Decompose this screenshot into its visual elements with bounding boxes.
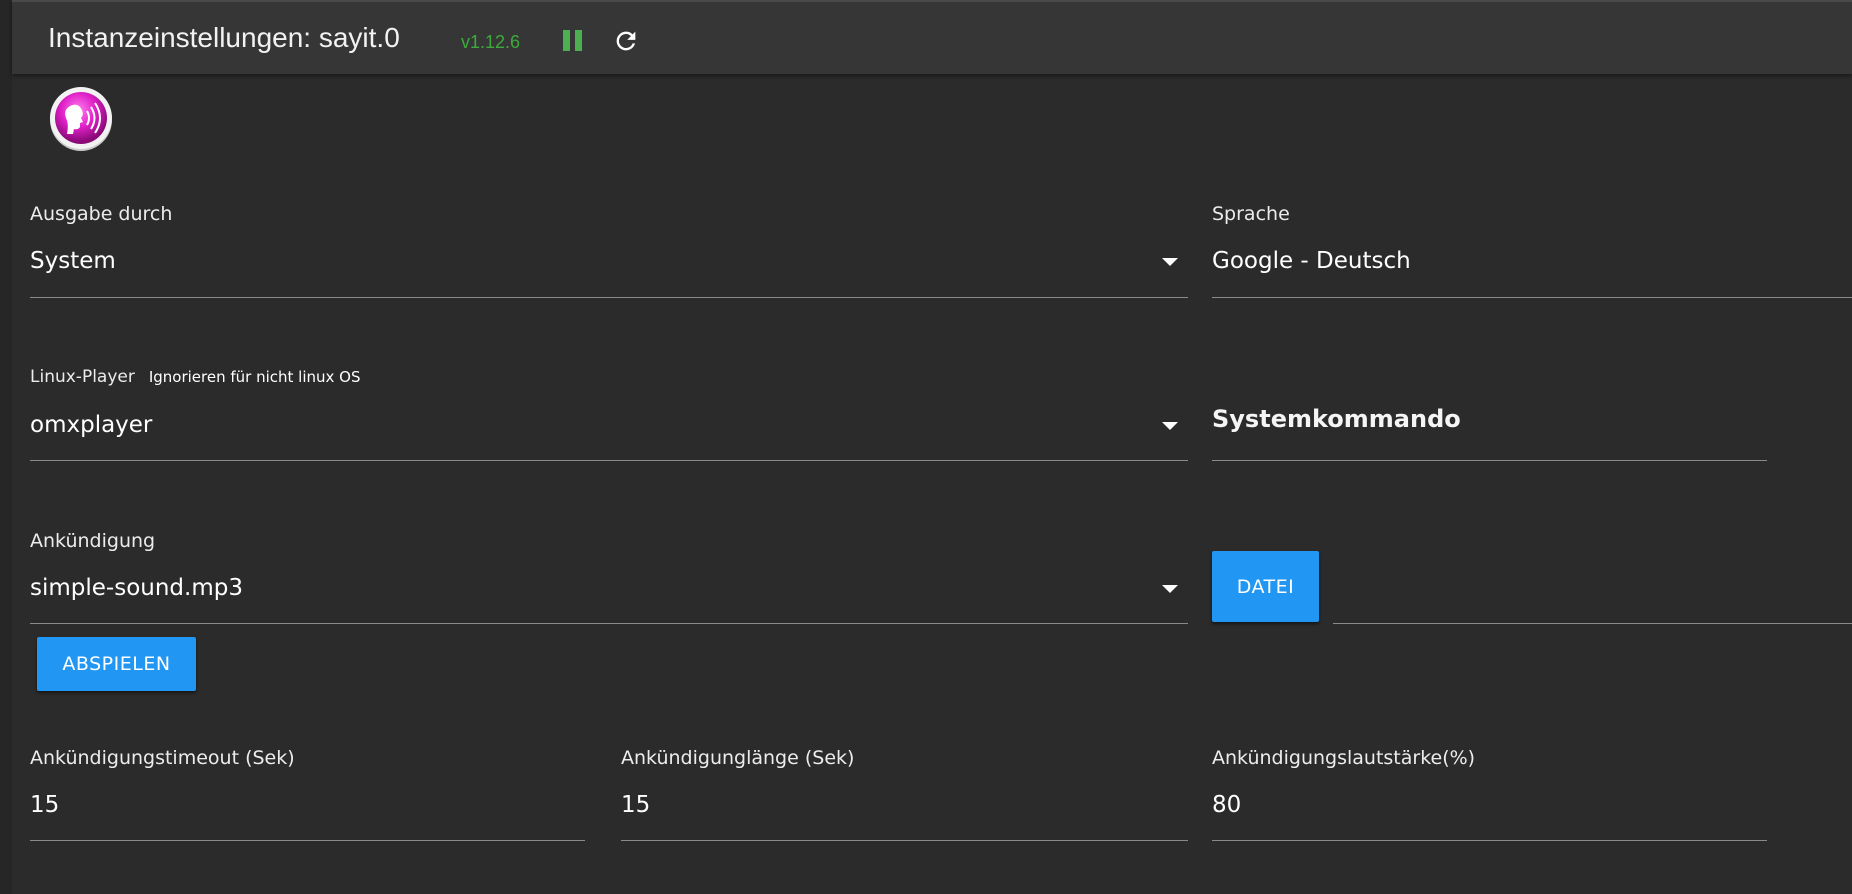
linux-player-label-text: Linux-Player (30, 367, 135, 387)
laenge-input[interactable]: 15 (621, 782, 1188, 840)
version-label: v1.12.6 (461, 32, 521, 52)
systemkommando-underline (1212, 460, 1767, 461)
lautstaerke-value: 80 (1212, 792, 1242, 818)
timeout-input[interactable]: 15 (30, 782, 585, 840)
reload-icon[interactable] (612, 27, 640, 55)
sprache-select[interactable]: Google - Deutsch (1212, 238, 1852, 298)
sprache-label: Sprache (1212, 203, 1290, 225)
ausgabe-select[interactable]: System (30, 238, 1188, 298)
laenge-label: Ankündigunglänge (Sek) (621, 747, 855, 769)
lautstaerke-label: Ankündigungslautstärke(%) (1212, 747, 1476, 769)
sprache-underline (1212, 297, 1852, 298)
sprache-value: Google - Deutsch (1212, 248, 1411, 274)
ankuendigung-dropdown-icon[interactable] (1162, 585, 1178, 593)
ausgabe-label: Ausgabe durch (30, 203, 173, 225)
header-bar: Instanzeinstellungen: sayit.0 v1.12.6 (12, 0, 1852, 74)
abspielen-button[interactable]: ABSPIELEN (37, 637, 196, 691)
linux-player-underline (30, 460, 1188, 461)
page-title: Instanzeinstellungen: sayit.0 (48, 22, 400, 53)
datei-button[interactable]: DATEI (1212, 551, 1319, 622)
linux-player-label: Linux-Player Ignorieren für nicht linux O… (30, 367, 361, 387)
laenge-value: 15 (621, 792, 651, 818)
left-edge (0, 0, 12, 894)
timeout-underline (30, 840, 585, 841)
lautstaerke-underline (1212, 840, 1767, 841)
laenge-underline (621, 840, 1188, 841)
systemkommando-input[interactable]: Systemkommando (1212, 395, 1767, 460)
linux-player-value: omxplayer (30, 412, 153, 438)
ankuendigung-underline (30, 623, 1188, 624)
timeout-label: Ankündigungstimeout (Sek) (30, 747, 295, 769)
timeout-value: 15 (30, 792, 60, 818)
linux-player-dropdown-icon[interactable] (1162, 422, 1178, 430)
ausgabe-value: System (30, 248, 116, 274)
lautstaerke-input[interactable]: 80 (1212, 782, 1767, 840)
ankuendigung-select[interactable]: simple-sound.mp3 (30, 565, 1188, 623)
ankuendigung-value: simple-sound.mp3 (30, 575, 243, 601)
datei-path-input[interactable] (1333, 565, 1852, 623)
instance-settings-window: Instanzeinstellungen: sayit.0 v1.12.6 Au… (12, 0, 1852, 894)
ankuendigung-label: Ankündigung (30, 530, 156, 552)
pause-icon[interactable] (560, 28, 586, 54)
ausgabe-underline (30, 297, 1188, 298)
datei-underline (1333, 623, 1852, 624)
sayit-logo (46, 84, 116, 154)
linux-player-select[interactable]: omxplayer (30, 402, 1188, 460)
systemkommando-placeholder: Systemkommando (1212, 405, 1461, 433)
ausgabe-dropdown-icon[interactable] (1162, 258, 1178, 266)
linux-player-hint: Ignorieren für nicht linux OS (148, 368, 361, 386)
